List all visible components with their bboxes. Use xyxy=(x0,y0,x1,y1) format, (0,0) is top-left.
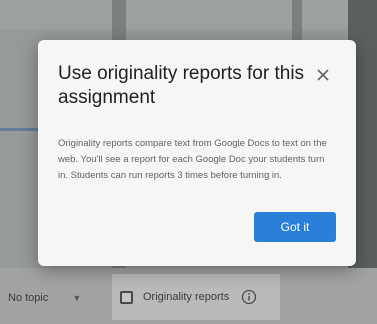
close-button[interactable] xyxy=(310,62,336,88)
dialog-body-text: Originality reports compare text from Go… xyxy=(58,138,327,181)
originality-dialog: Use originality reports for this assignm… xyxy=(38,40,356,266)
dialog-title: Use originality reports for this assignm… xyxy=(58,63,305,108)
assignment-editor-screen: No topic ▼ Originality reports Use origi… xyxy=(0,0,377,324)
close-icon xyxy=(317,69,329,81)
got-it-button[interactable]: Got it xyxy=(254,212,336,242)
